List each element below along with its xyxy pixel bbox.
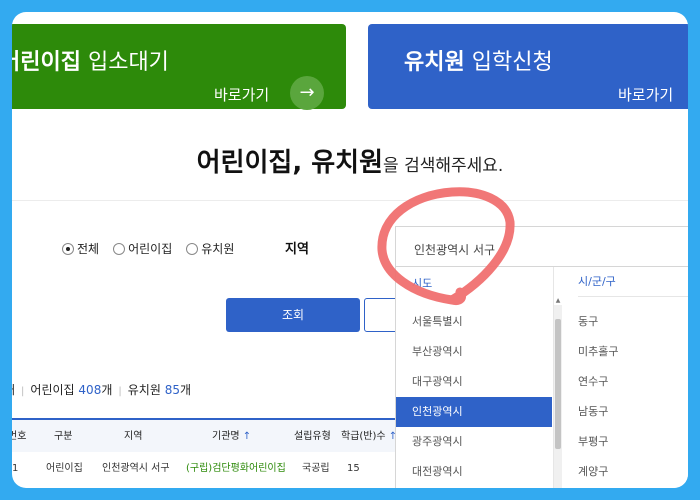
region-label: 지역 (285, 242, 309, 257)
city-list-header: 시도 (412, 277, 433, 290)
page-title-suffix: 을 검색해주세요. (383, 156, 504, 176)
city-item[interactable]: 대구광역시 (396, 367, 552, 397)
city-item[interactable]: 부산광역시 (396, 337, 552, 367)
region-select[interactable]: 인천광역시 서구 (395, 226, 688, 270)
search-button[interactable]: 조회 (226, 298, 360, 332)
radio-dot-icon (186, 242, 199, 255)
arrow-right-icon[interactable]: → (290, 76, 324, 110)
kindergarten-banner-title: 유치원 입학신청 (404, 50, 553, 75)
daycare-waitlist-banner[interactable]: 어린이집 입소대기 바로가기 → (12, 24, 346, 110)
scroll-up-icon[interactable]: ▲ (554, 297, 562, 305)
facility-name-link[interactable]: (구립)검단평화어린이집 (186, 452, 286, 486)
table-header: 번호 구분 지역 기관명 ↑ 설립유형 학급(반)수 ↑ (12, 418, 412, 452)
scroll-thumb[interactable] (555, 319, 561, 449)
city-item[interactable]: 광주광역시 (396, 427, 552, 457)
daycare-banner-title: 어린이집 입소대기 (12, 50, 169, 75)
radio-kindergarten[interactable]: 유치원 (186, 240, 234, 257)
region-dropdown: 시도 서울특별시 부산광역시 대구광역시 인천광역시 광주광역시 대전광역시 ▲… (395, 266, 688, 488)
divider (12, 200, 688, 201)
radio-dot-icon (113, 242, 126, 255)
daycare-count: 408 (78, 383, 102, 397)
district-item[interactable]: 부평구 (578, 433, 608, 449)
city-list: 시도 서울특별시 부산광역시 대구광역시 인천광역시 광주광역시 대전광역시 (396, 267, 554, 488)
city-item-selected[interactable]: 인천광역시 (396, 397, 552, 427)
daycare-banner-link[interactable]: 바로가기 (214, 84, 269, 105)
district-item[interactable]: 미추홀구 (578, 343, 618, 359)
city-scrollbar[interactable] (554, 305, 562, 488)
kindergarten-count: 85 (164, 383, 180, 397)
district-item[interactable]: 남동구 (578, 403, 608, 419)
district-list-header: 시/군/구 (578, 267, 688, 297)
kindergarten-banner-link[interactable]: 바로가기 (618, 84, 673, 105)
city-item[interactable]: 대전광역시 (396, 457, 552, 487)
sort-up-icon: ↑ (242, 431, 252, 442)
radio-all[interactable]: 전체 (62, 240, 99, 257)
radio-dot-icon (62, 242, 74, 255)
page-title: 어린이집, 유치원을 검색해주세요. (12, 142, 688, 179)
district-list: 시/군/구 동구 미추홀구 연수구 남동구 부평구 계양구 (564, 267, 688, 488)
col-region[interactable]: 지역 (124, 420, 142, 454)
page-frame: 어린이집 입소대기 바로가기 → 유치원 입학신청 바로가기 어린이집, 유치원… (12, 12, 688, 488)
city-item[interactable]: 서울특별시 (396, 307, 552, 337)
col-classes[interactable]: 학급(반)수 ↑ (341, 420, 397, 454)
type-radio-group: 전체 어린이집 유치원 (62, 240, 234, 257)
page-title-bold: 어린이집, 유치원 (196, 148, 384, 178)
district-item[interactable]: 연수구 (578, 373, 608, 389)
result-counts: 개|어린이집 408개|유치원 85개 (12, 383, 192, 397)
col-number[interactable]: 번호 (12, 420, 26, 454)
radio-daycare[interactable]: 어린이집 (113, 240, 172, 257)
table-row[interactable]: 1 어린이집 인천광역시 서구 (구립)검단평화어린이집 국공립 15 (12, 452, 412, 486)
district-item[interactable]: 동구 (578, 313, 598, 329)
col-establishment[interactable]: 설립유형 (294, 420, 331, 454)
kindergarten-apply-banner[interactable]: 유치원 입학신청 바로가기 (368, 24, 688, 109)
col-type[interactable]: 구분 (54, 420, 72, 454)
col-name[interactable]: 기관명 ↑ (212, 420, 251, 454)
district-item[interactable]: 계양구 (578, 463, 608, 479)
